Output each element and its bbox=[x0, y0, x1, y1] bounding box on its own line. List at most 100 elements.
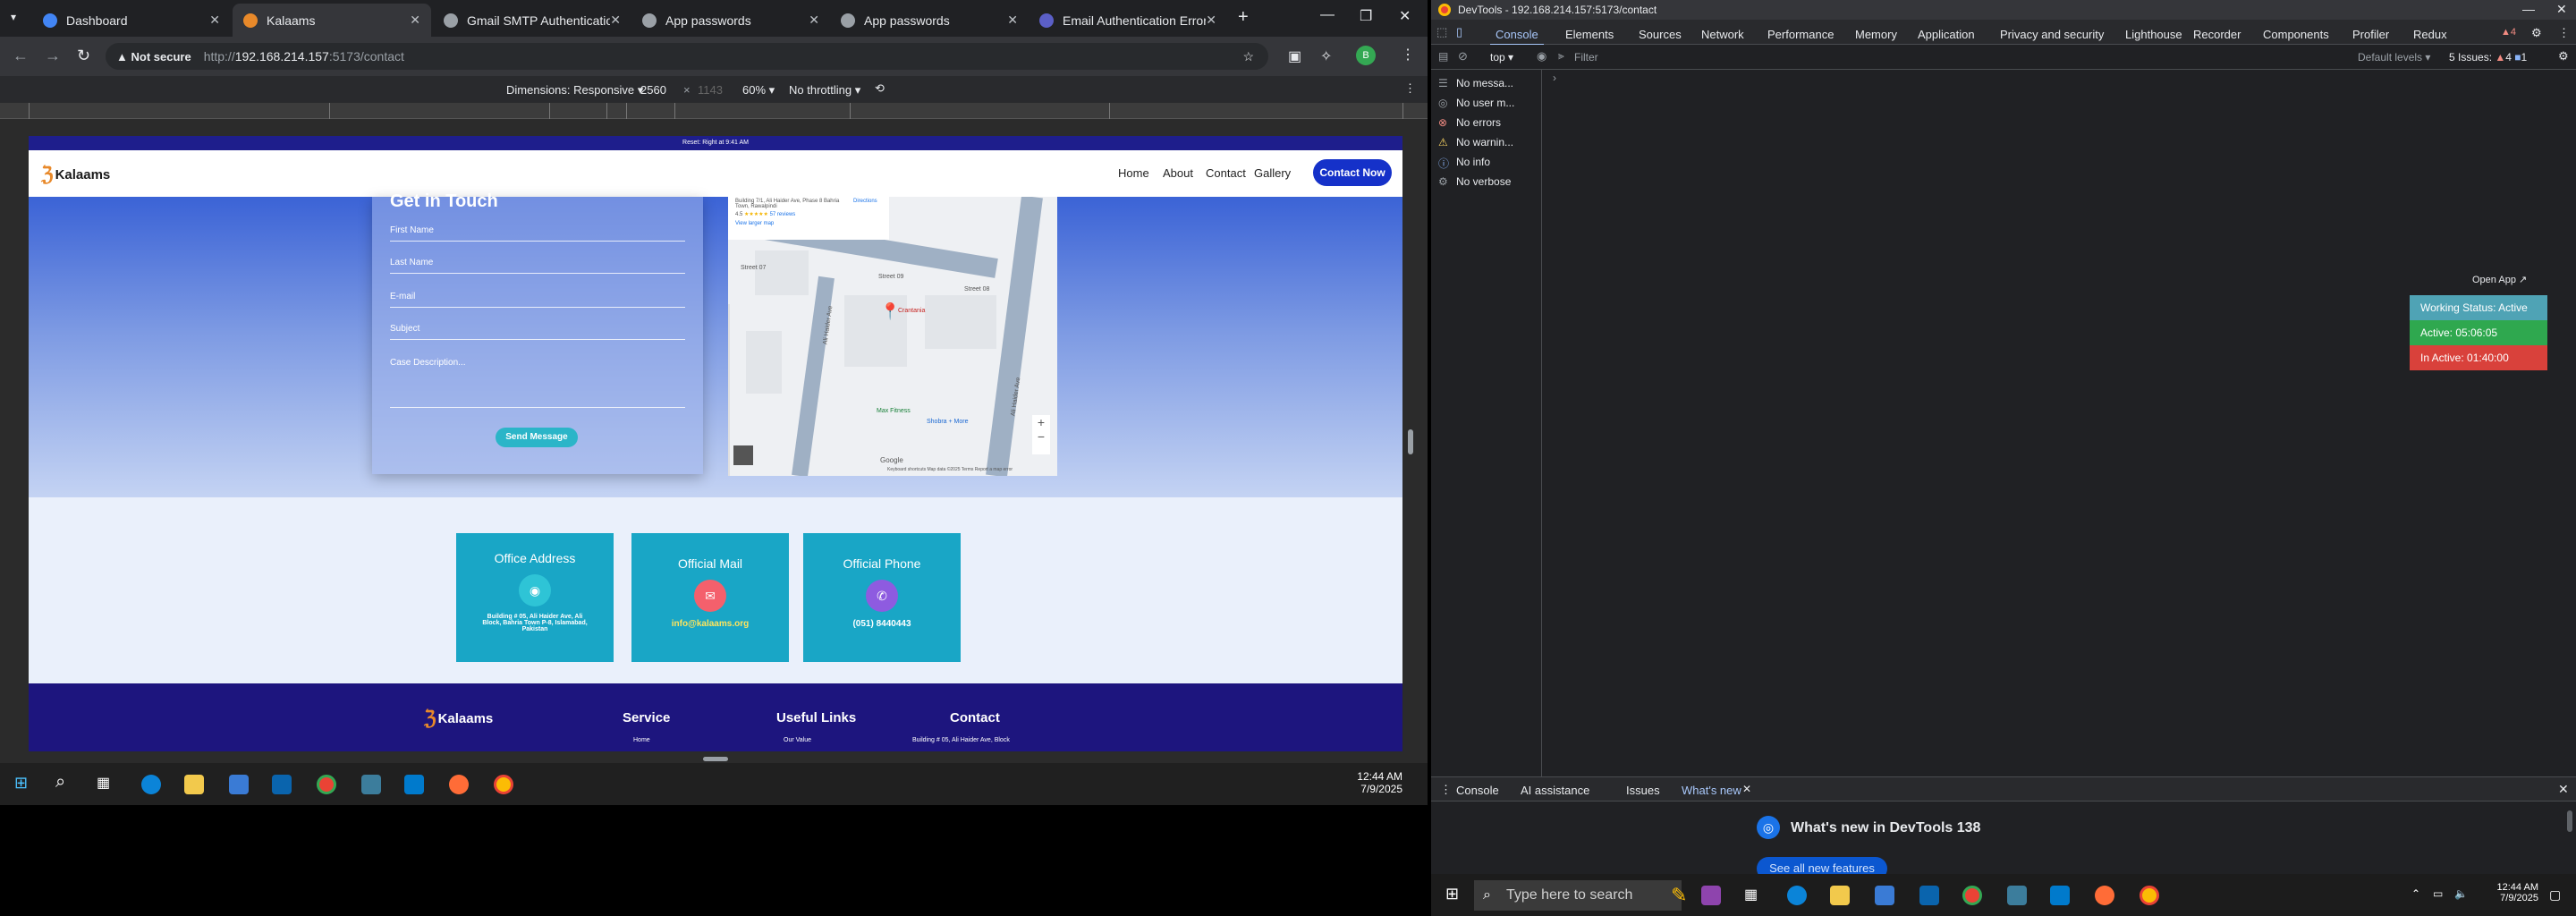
devtools-tab-network[interactable]: Network bbox=[1701, 28, 1744, 41]
close-icon[interactable]: ✕ bbox=[410, 13, 420, 28]
new-tab-icon[interactable]: + bbox=[1238, 7, 1249, 28]
email-field[interactable]: E-mail bbox=[390, 292, 685, 308]
chrome-icon[interactable] bbox=[317, 775, 336, 794]
omnibox[interactable]: ▲ Not secure http://192.168.214.157:5173… bbox=[106, 43, 1268, 70]
context-selector[interactable]: top ▾ bbox=[1490, 51, 1513, 64]
edge-icon[interactable] bbox=[141, 775, 161, 794]
footer-link[interactable]: Our Value bbox=[784, 737, 811, 743]
tab-gmail-smtp[interactable]: Gmail SMTP Authentication ✕ bbox=[433, 4, 631, 37]
mail-app-icon[interactable] bbox=[272, 775, 292, 794]
close-window-icon[interactable]: ✕ bbox=[2556, 2, 2567, 17]
issues-counter[interactable]: 5 Issues: ▲4 ■1 bbox=[2449, 51, 2527, 64]
app-icon[interactable] bbox=[361, 775, 381, 794]
tab-email-auth-error[interactable]: Email Authentication Error ✕ bbox=[1029, 4, 1227, 37]
directions-link[interactable]: Directions bbox=[853, 199, 877, 204]
sidebar-item-info[interactable]: No info bbox=[1456, 156, 1490, 168]
devtools-tab-profiler[interactable]: Profiler bbox=[2352, 28, 2389, 41]
card-value[interactable]: info@kalaams.org bbox=[631, 619, 789, 629]
contact-now-button[interactable]: Contact Now bbox=[1313, 159, 1392, 186]
sidebar-item-user-messages[interactable]: No user m... bbox=[1456, 97, 1514, 109]
minimize-icon[interactable]: — bbox=[2522, 2, 2535, 16]
issues-badge[interactable]: ▲4 bbox=[2501, 27, 2516, 38]
chrome-icon[interactable] bbox=[494, 775, 513, 794]
drawer-tab-console[interactable]: Console bbox=[1456, 784, 1499, 797]
file-explorer-icon[interactable] bbox=[184, 775, 204, 794]
devtools-tab-elements[interactable]: Elements bbox=[1565, 28, 1614, 41]
devtools-tab-privacy[interactable]: Privacy and security bbox=[2000, 28, 2104, 41]
minimize-icon[interactable]: — bbox=[1320, 7, 1335, 23]
windows-start-icon[interactable]: ⊞ bbox=[14, 774, 28, 793]
search-icon[interactable]: ⌕ bbox=[55, 772, 65, 793]
scrollbar[interactable] bbox=[2567, 810, 2572, 832]
store-icon[interactable] bbox=[229, 775, 249, 794]
devtools-tab-components[interactable]: Components bbox=[2263, 28, 2329, 41]
viewport-resize-handle[interactable] bbox=[1408, 429, 1413, 454]
subject-field[interactable]: Subject bbox=[390, 324, 685, 340]
settings-icon[interactable]: ⚙ bbox=[2531, 26, 2542, 40]
task-view-icon[interactable]: ▦ bbox=[1744, 886, 1764, 905]
width-input[interactable]: 2560 bbox=[640, 83, 666, 97]
app-icon[interactable] bbox=[1701, 886, 1721, 905]
sidebar-item-verbose[interactable]: No verbose bbox=[1456, 175, 1511, 188]
zoom-out-icon[interactable]: − bbox=[1032, 429, 1050, 444]
inspect-icon[interactable]: ⬚ bbox=[1436, 25, 1447, 39]
app-icon[interactable] bbox=[2007, 886, 2027, 905]
taskbar-search-box[interactable]: ⌕ Type here to search bbox=[1474, 880, 1682, 911]
device-toggle-icon[interactable]: ▯ bbox=[1456, 25, 1462, 39]
clear-console-icon[interactable]: ⊘ bbox=[1458, 49, 1468, 64]
site-logo[interactable]: ℨ Kalaams bbox=[41, 163, 110, 186]
description-textarea[interactable]: Case Description... bbox=[390, 358, 685, 408]
devtools-tab-redux[interactable]: Redux bbox=[2413, 28, 2447, 41]
security-chip[interactable]: ▲ Not secure bbox=[116, 50, 191, 64]
menu-icon[interactable]: ⋮ bbox=[1401, 46, 1415, 64]
volume-icon[interactable]: 🔈 bbox=[2454, 887, 2468, 900]
sidebar-toggle-icon[interactable]: ▤ bbox=[1438, 50, 1448, 63]
close-icon[interactable]: ✕ bbox=[1007, 13, 1018, 28]
close-icon[interactable]: ✕ bbox=[610, 13, 621, 28]
reload-icon[interactable]: ↻ bbox=[77, 47, 90, 65]
vscode-icon[interactable] bbox=[404, 775, 424, 794]
drawer-tab-issues[interactable]: Issues bbox=[1626, 784, 1660, 797]
profile-avatar[interactable]: B bbox=[1356, 46, 1376, 65]
last-name-field[interactable]: Last Name bbox=[390, 258, 685, 274]
close-tab-icon[interactable]: ✕ bbox=[1742, 783, 1751, 795]
bookmark-star-icon[interactable]: ☆ bbox=[1242, 49, 1254, 64]
media-query-ruler[interactable] bbox=[0, 103, 1428, 119]
sidebar-item-messages[interactable]: No messa... bbox=[1456, 77, 1513, 89]
task-view-icon[interactable]: ▦ bbox=[97, 774, 110, 792]
open-app-link[interactable]: Open App ↗ bbox=[2472, 274, 2527, 285]
network-icon[interactable]: ▭ bbox=[2433, 887, 2443, 900]
clock[interactable]: 12:44 AM 7/9/2025 bbox=[1342, 770, 1402, 795]
back-icon[interactable]: ← bbox=[13, 47, 29, 65]
console-prompt-icon[interactable]: › bbox=[1553, 72, 1556, 84]
devtools-tab-application[interactable]: Application bbox=[1918, 28, 1975, 41]
tab-kalaams[interactable]: Kalaams ✕ bbox=[233, 4, 431, 37]
devtools-tab-lighthouse[interactable]: Lighthouse bbox=[2125, 28, 2182, 41]
footer-logo[interactable]: ℨ Kalaams bbox=[424, 707, 493, 730]
tab-app-passwords-2[interactable]: App passwords ✕ bbox=[830, 4, 1029, 37]
windows-start-icon[interactable]: ⊞ bbox=[1445, 885, 1459, 903]
devtools-tab-recorder[interactable]: Recorder bbox=[2193, 28, 2241, 41]
clock[interactable]: 12:44 AM 7/9/2025 bbox=[2476, 882, 2538, 903]
view-larger-map-link[interactable]: View larger map bbox=[735, 221, 882, 226]
postman-icon[interactable] bbox=[2095, 886, 2114, 905]
close-window-icon[interactable]: ✕ bbox=[1399, 7, 1411, 25]
more-options-icon[interactable]: ⋮ bbox=[2558, 26, 2570, 40]
height-input[interactable]: 1143 bbox=[698, 83, 723, 97]
forward-icon[interactable]: → bbox=[45, 47, 61, 65]
drawer-menu-icon[interactable]: ⋮ bbox=[1440, 783, 1452, 797]
sidebar-item-errors[interactable]: No errors bbox=[1456, 116, 1501, 129]
zoom-dropdown[interactable]: 60% ▾ bbox=[742, 83, 775, 98]
devtools-tab-sources[interactable]: Sources bbox=[1639, 28, 1682, 41]
log-levels-dropdown[interactable]: Default levels ▾ bbox=[2358, 51, 2430, 64]
puzzle-icon[interactable]: ✧ bbox=[1320, 47, 1332, 65]
console-settings-icon[interactable]: ⚙ bbox=[2558, 49, 2569, 64]
close-drawer-icon[interactable]: ✕ bbox=[2558, 782, 2569, 797]
eye-icon[interactable]: ◉ bbox=[1537, 49, 1546, 64]
dimensions-dropdown[interactable]: Dimensions: Responsive ▾ bbox=[506, 83, 643, 98]
filter-input[interactable]: Filter bbox=[1574, 51, 1598, 64]
more-options-icon[interactable]: ⋮ bbox=[1404, 81, 1416, 96]
tab-search-icon[interactable]: ▾ bbox=[11, 11, 16, 23]
drawer-tab-ai-assistance[interactable]: AI assistance bbox=[1521, 784, 1589, 797]
drawer-tab-whats-new[interactable]: What's new bbox=[1682, 784, 1741, 797]
